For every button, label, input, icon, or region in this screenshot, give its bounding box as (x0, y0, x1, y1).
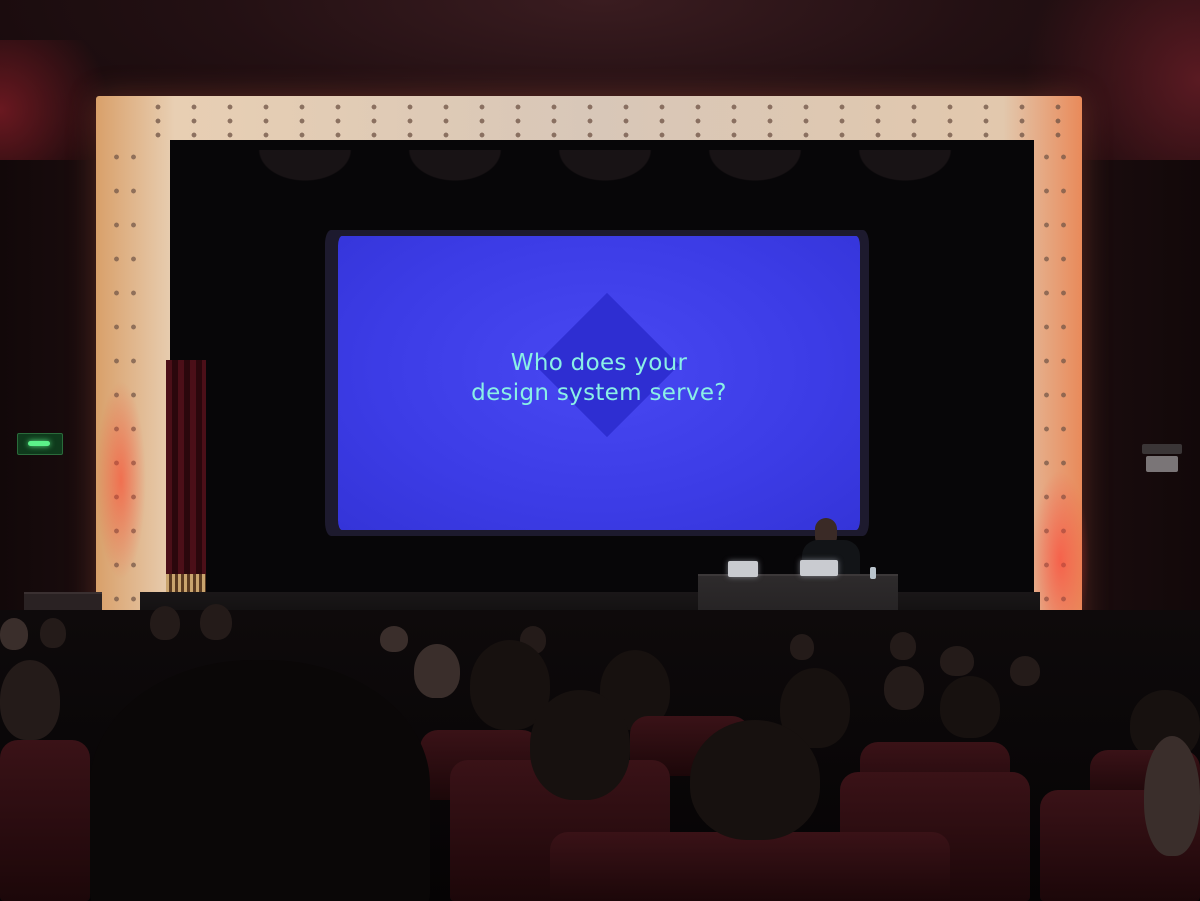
water-bottle (870, 567, 876, 579)
proscenium-top-ornament (140, 100, 1070, 144)
audience-head (1010, 656, 1040, 686)
wall-left (0, 160, 110, 640)
slide-title-line-2: design system serve? (471, 380, 727, 406)
red-light-left (96, 380, 146, 580)
wall-lamp (1142, 444, 1182, 454)
audience-head (0, 618, 28, 650)
audience-seat (0, 740, 90, 901)
laptop-right (800, 560, 838, 576)
audience-head (1144, 736, 1200, 856)
wall-sign (1146, 456, 1178, 472)
audience-head (414, 644, 460, 698)
audience-head (890, 632, 916, 660)
audience-head (380, 626, 408, 652)
audience-head (940, 676, 1000, 738)
audience-head (0, 660, 60, 740)
laptop-left (728, 561, 758, 577)
exit-sign-icon (17, 433, 63, 455)
audience-head (40, 618, 66, 648)
audience-seat (550, 832, 950, 901)
curtain-valance (230, 150, 990, 214)
audience-head (940, 646, 974, 676)
red-curtain (166, 360, 206, 590)
audience-head (530, 690, 630, 800)
audience-head (884, 666, 924, 710)
audience-head (150, 606, 180, 640)
slide-title: Who does your design system serve? (338, 348, 860, 408)
auditorium-scene: Who does your design system serve? (0, 0, 1200, 901)
curtain-fringe (166, 574, 206, 592)
audience-head (200, 604, 232, 640)
audience-head (690, 720, 820, 840)
slide-title-line-1: Who does your (510, 350, 688, 376)
foreground-head (90, 660, 430, 901)
audience-head (790, 634, 814, 660)
